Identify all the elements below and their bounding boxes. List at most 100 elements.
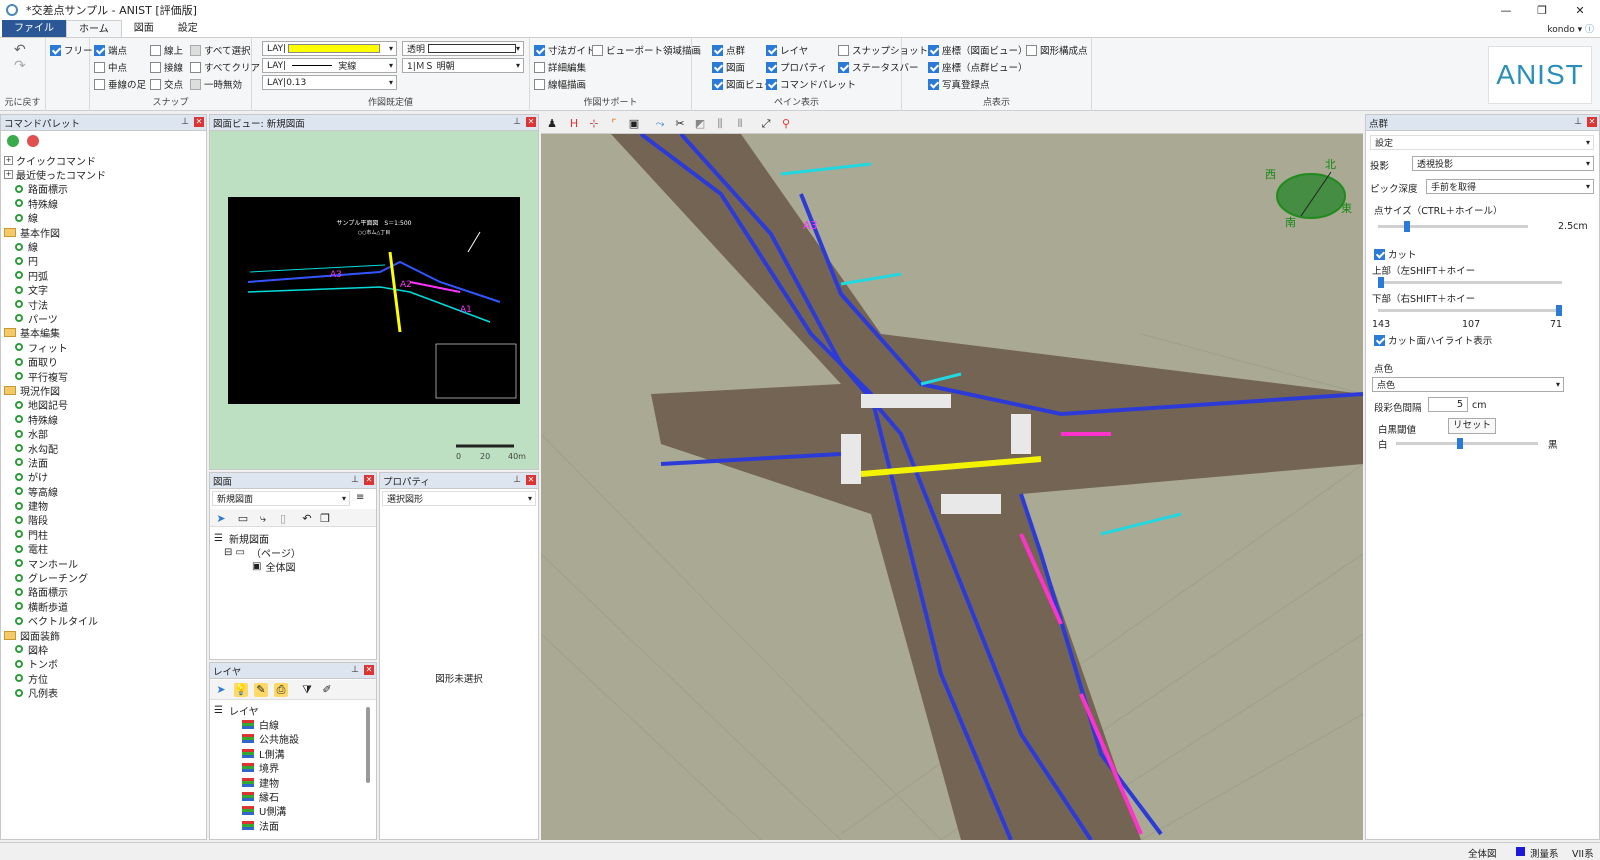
copy-icon[interactable]: ❐	[318, 512, 332, 526]
pointer-icon[interactable]: ➤	[214, 683, 228, 697]
command-item[interactable]: 路面標示	[1, 585, 206, 599]
close-icon[interactable]: ✕	[1587, 117, 1597, 127]
minimize-button[interactable]: —	[1488, 0, 1524, 20]
close-icon[interactable]: ✕	[364, 475, 374, 485]
command-item[interactable]: 図枠	[1, 642, 206, 657]
threshold-knob[interactable]	[1457, 438, 1464, 449]
new-page-icon[interactable]: ⤷	[256, 512, 270, 526]
layer-item[interactable]: L側溝	[214, 746, 364, 761]
user-name[interactable]: kondo	[1547, 25, 1574, 35]
tab-file[interactable]: ファイル	[2, 20, 66, 37]
cut-checkbox[interactable]: カット	[1374, 247, 1417, 261]
command-item[interactable]: マンホール	[1, 556, 206, 571]
command-item[interactable]: 路面標示	[1, 182, 206, 196]
layer-item[interactable]: U側溝	[214, 804, 364, 818]
detail-edit-checkbox[interactable]: 詳細編集	[534, 60, 586, 74]
pin-icon[interactable]: ⊥	[351, 665, 359, 675]
coord-pointview-checkbox[interactable]: 座標（点群ビュー）	[928, 60, 1028, 74]
command-item[interactable]: 円	[1, 254, 206, 268]
transparency-select[interactable]: 透明	[402, 41, 524, 56]
tab-home[interactable]: ホーム	[66, 20, 122, 37]
layer-scrollbar[interactable]	[366, 707, 370, 783]
threshold-slider[interactable]	[1396, 438, 1538, 449]
select-all-button[interactable]: すべて選択	[190, 43, 250, 57]
coord-drawview-checkbox[interactable]: 座標（図面ビュー）	[928, 43, 1028, 57]
command-item[interactable]: 水勾配	[1, 441, 206, 456]
pointcloud-pane-checkbox[interactable]: 点群	[712, 43, 745, 57]
close-icon[interactable]: ✕	[194, 117, 204, 127]
redo-icon[interactable]: ↷	[14, 58, 26, 74]
height-icon[interactable]: H	[567, 117, 581, 131]
snap-intersection-checkbox[interactable]: 交点	[150, 77, 183, 91]
drawing-page[interactable]: ⊟ ▭ （ページ）	[214, 545, 301, 560]
drawing-select[interactable]: 新規図面	[212, 491, 350, 506]
section-icon[interactable]: ⫼	[713, 117, 727, 131]
layer-item[interactable]: 建物	[214, 775, 364, 790]
command-item[interactable]: グレーチング	[1, 570, 206, 585]
command-item[interactable]: 円弧	[1, 268, 206, 283]
command-item[interactable]: 線	[1, 211, 206, 225]
columns-icon[interactable]: ⦀	[733, 117, 747, 131]
filter-icon[interactable]: ⧩	[300, 683, 314, 697]
command-group[interactable]: 図面装飾	[1, 628, 206, 643]
snap-tangent-checkbox[interactable]: 接線	[150, 60, 183, 74]
snap-midpoint-checkbox[interactable]: 中点	[94, 60, 127, 74]
layer-pane-checkbox[interactable]: レイヤ	[766, 43, 808, 57]
cut-highlight-checkbox[interactable]: カット面ハイライト表示	[1374, 333, 1492, 347]
pointcloud-viewport[interactable]: ♟ H ⊹ ⌜ ▣ ⤳ ✂ ◩ ⫼ ⦀ ⤢ ⚲ A3 北 西 東 南	[541, 114, 1363, 840]
close-icon[interactable]: ✕	[364, 665, 374, 675]
command-item[interactable]: 横断歩道	[1, 599, 206, 614]
command-item[interactable]: 地図記号	[1, 398, 206, 412]
snapshot-icon[interactable]: ▣	[627, 117, 641, 131]
command-item[interactable]: 特殊線	[1, 412, 206, 427]
linewidth-draw-checkbox[interactable]: 線幅描画	[534, 77, 586, 91]
snap-endpoint-checkbox[interactable]: 端点	[94, 43, 127, 57]
print-icon[interactable]: ⎙	[274, 683, 288, 697]
command-palette-checkbox[interactable]: コマンドパレット	[766, 77, 856, 91]
command-item[interactable]: 寸法	[1, 297, 206, 312]
command-item[interactable]: フィット	[1, 340, 206, 355]
projection-select[interactable]: 透視投影	[1412, 156, 1594, 171]
reset-button[interactable]: リセット	[1448, 418, 1496, 434]
command-item[interactable]: 文字	[1, 283, 206, 297]
snap-perpendicular-checkbox[interactable]: 垂線の足	[94, 77, 146, 91]
drawing-view-checkbox[interactable]: 図面ビュー	[712, 77, 774, 91]
location-pin-icon[interactable]: ⚲	[779, 117, 793, 131]
command-item[interactable]: 電柱	[1, 542, 206, 556]
command-item[interactable]: 法面	[1, 455, 206, 470]
free-checkbox[interactable]: フリー	[50, 43, 93, 57]
corner-icon[interactable]: ⌜	[607, 117, 621, 131]
close-icon[interactable]: ✕	[526, 475, 536, 485]
command-item[interactable]: 凡例表	[1, 685, 206, 700]
command-item[interactable]: トンボ	[1, 657, 206, 671]
close-icon[interactable]: ✕	[526, 117, 536, 127]
property-select[interactable]: 選択図形	[382, 491, 536, 506]
pointsize-slider[interactable]	[1378, 221, 1528, 232]
command-item[interactable]: 門柱	[1, 527, 206, 542]
layer-root[interactable]: ☰ レイヤ	[214, 703, 364, 718]
pin-icon[interactable]: ⊥	[513, 117, 521, 127]
command-group[interactable]: 基本編集	[1, 326, 206, 340]
close-button[interactable]: ✕	[1562, 0, 1598, 20]
command-item[interactable]: 方位	[1, 671, 206, 686]
command-item[interactable]: 面取り	[1, 354, 206, 369]
layer-item[interactable]: 境界	[214, 761, 364, 775]
command-item[interactable]: 水部	[1, 426, 206, 441]
cut-bottom-knob[interactable]	[1556, 305, 1562, 316]
cut-top-slider[interactable]	[1378, 277, 1562, 288]
linetype-select[interactable]: LAY| 実線	[262, 58, 397, 73]
layer-color-select[interactable]: LAY|	[262, 41, 397, 56]
font-select[interactable]: 1|ＭＳ 明朝	[402, 58, 524, 73]
compass-widget[interactable]: 北 西 東 南	[1261, 156, 1361, 236]
clear-all-button[interactable]: すべてクリア	[190, 60, 260, 74]
fit-view-icon[interactable]: ⤢	[759, 117, 773, 131]
command-item[interactable]: 平行複写	[1, 369, 206, 384]
pick-depth-select[interactable]: 手前を取得	[1426, 179, 1594, 194]
slope-icon[interactable]: ◩	[693, 117, 707, 131]
command-item[interactable]: 等高線	[1, 484, 206, 499]
temp-disable-checkbox[interactable]: 一時無効	[190, 77, 242, 91]
shape-points-checkbox[interactable]: 図形構成点	[1026, 43, 1088, 57]
command-item[interactable]: 階段	[1, 513, 206, 527]
pin-icon[interactable]: ⊥	[1574, 117, 1582, 127]
delete-icon[interactable]: ▯	[276, 512, 290, 526]
